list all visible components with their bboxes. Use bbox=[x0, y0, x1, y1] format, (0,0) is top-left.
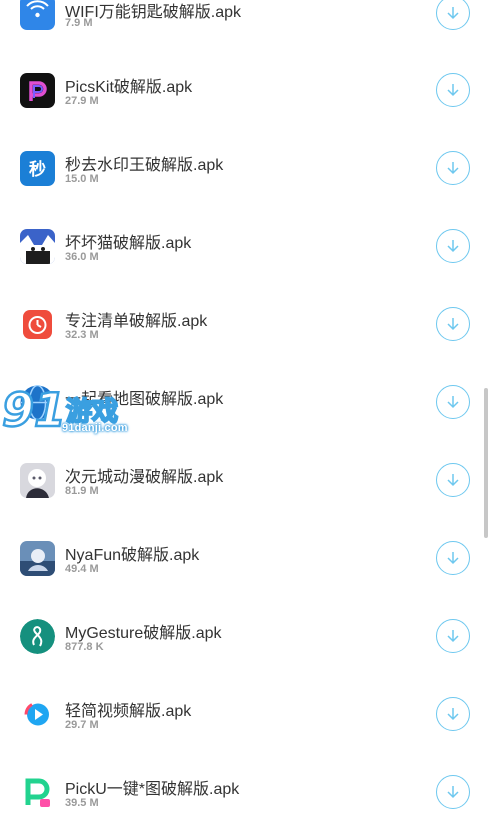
map-globe-icon bbox=[20, 385, 55, 420]
scrollbar[interactable] bbox=[484, 388, 488, 538]
wifi-key-icon bbox=[20, 0, 55, 30]
list-item[interactable]: PicsKit破解版.apk 27.9 M bbox=[0, 51, 491, 129]
list-item[interactable]: 坏坏猫破解版.apk 36.0 M bbox=[0, 207, 491, 285]
light-video-icon bbox=[20, 697, 55, 732]
download-button[interactable] bbox=[436, 619, 470, 653]
watermark-remover-icon: 秒 bbox=[20, 151, 55, 186]
picku-icon bbox=[20, 775, 55, 810]
app-name: 专注清单破解版.apk bbox=[65, 313, 208, 330]
download-button[interactable] bbox=[436, 0, 470, 30]
download-arrow-icon bbox=[447, 396, 459, 409]
download-arrow-icon bbox=[447, 84, 459, 97]
download-arrow-icon bbox=[447, 474, 459, 487]
download-arrow-icon bbox=[447, 7, 459, 20]
app-size: 7.9 M bbox=[65, 17, 93, 29]
anime-city-icon bbox=[20, 463, 55, 498]
download-arrow-icon bbox=[447, 552, 459, 565]
list-item[interactable]: 专注清单破解版.apk 32.3 M bbox=[0, 285, 491, 363]
list-item[interactable]: 轻简视频解版.apk 29.7 M bbox=[0, 675, 491, 753]
list-item[interactable]: 秒 秒去水印王破解版.apk 15.0 M bbox=[0, 129, 491, 207]
download-button[interactable] bbox=[436, 151, 470, 185]
app-name: 次元城动漫破解版.apk bbox=[65, 469, 224, 486]
app-size: 27.9 M bbox=[65, 95, 99, 107]
nyafun-icon bbox=[20, 541, 55, 576]
list-item[interactable]: WIFI万能钥匙破解版.apk 7.9 M bbox=[0, 0, 491, 51]
svg-text:秒: 秒 bbox=[29, 159, 46, 180]
download-button[interactable] bbox=[436, 775, 470, 809]
download-arrow-icon bbox=[447, 786, 459, 799]
app-name: 秒去水印王破解版.apk bbox=[65, 157, 224, 174]
download-arrow-icon bbox=[447, 708, 459, 721]
app-name: 轻简视频解版.apk bbox=[65, 703, 192, 720]
list-item[interactable]: PickU一键*图破解版.apk 39.5 M bbox=[0, 753, 491, 831]
download-button[interactable] bbox=[436, 229, 470, 263]
list-item[interactable]: 次元城动漫破解版.apk 81.9 M bbox=[0, 441, 491, 519]
app-size: 39.5 M bbox=[65, 797, 99, 809]
app-name: MyGesture破解版.apk bbox=[65, 625, 222, 642]
download-button[interactable] bbox=[436, 385, 470, 419]
app-size: 877.8 K bbox=[65, 641, 104, 653]
download-arrow-icon bbox=[447, 240, 459, 253]
focus-list-icon bbox=[20, 307, 55, 342]
app-size: 49.4 M bbox=[65, 563, 99, 575]
app-size: 15.0 M bbox=[65, 173, 99, 185]
app-size: 32.3 M bbox=[65, 329, 99, 341]
app-name: NyaFun破解版.apk bbox=[65, 547, 200, 564]
list-item[interactable]: MyGesture破解版.apk 877.8 K bbox=[0, 597, 491, 675]
app-size: 29.7 M bbox=[65, 719, 99, 731]
bad-cat-icon bbox=[20, 229, 55, 264]
download-button[interactable] bbox=[436, 463, 470, 497]
download-button[interactable] bbox=[436, 307, 470, 341]
download-arrow-icon bbox=[447, 162, 459, 175]
picskit-icon bbox=[20, 73, 55, 108]
app-name: 一起看地图破解版.apk bbox=[65, 391, 224, 408]
app-size: 81.9 M bbox=[65, 485, 99, 497]
app-name: PicsKit破解版.apk bbox=[65, 79, 193, 96]
download-button[interactable] bbox=[436, 697, 470, 731]
download-arrow-icon bbox=[447, 318, 459, 331]
app-name: 坏坏猫破解版.apk bbox=[65, 235, 192, 252]
download-button[interactable] bbox=[436, 541, 470, 575]
app-name: PickU一键*图破解版.apk bbox=[65, 781, 240, 798]
list-item[interactable]: NyaFun破解版.apk 49.4 M bbox=[0, 519, 491, 597]
mygesture-icon bbox=[20, 619, 55, 654]
watermark-url: 91danji.com bbox=[62, 422, 128, 434]
download-button[interactable] bbox=[436, 73, 470, 107]
app-size: 36.0 M bbox=[65, 251, 99, 263]
download-arrow-icon bbox=[447, 630, 459, 643]
